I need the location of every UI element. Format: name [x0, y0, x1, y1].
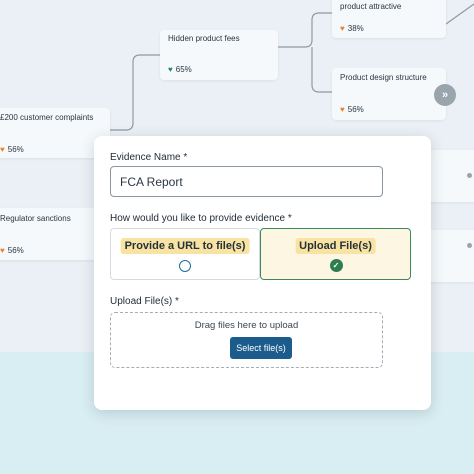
node-score: 56% [7, 246, 24, 255]
connector-dot [467, 173, 472, 178]
chevron-double-right-icon[interactable]: » [434, 84, 456, 106]
node-title: Regulator sanctions [0, 214, 71, 223]
evidence-name-input[interactable]: FCA Report [110, 166, 383, 197]
file-drop-zone[interactable]: Drag files here to upload Select file(s) [110, 312, 383, 368]
node-score: 65% [175, 65, 192, 74]
orange-heart-icon: ♥ [0, 144, 5, 154]
option-upload-files[interactable]: Upload File(s) ✓ [260, 228, 411, 280]
evidence-form-card: Evidence Name * FCA Report How would you… [94, 136, 431, 410]
option-provide-url[interactable]: Provide a URL to file(s) [110, 228, 260, 280]
node-title: £200 customer complaints [0, 113, 94, 122]
option-label: Upload File(s) [295, 238, 376, 254]
orange-heart-icon: ♥ [340, 23, 345, 33]
node-score: 56% [7, 145, 24, 154]
node-score: 38% [347, 24, 364, 33]
provide-evidence-question: How would you like to provide evidence * [110, 213, 292, 224]
mindmap-node-product-design-structure[interactable]: Product design structure ♥ 56% [332, 68, 446, 120]
node-title: Product design structure [340, 73, 427, 82]
check-circle-icon[interactable]: ✓ [329, 259, 343, 272]
node-title: Hidden product fees [168, 34, 240, 43]
radio-unselected-icon[interactable] [179, 260, 191, 272]
upload-files-label: Upload File(s) * [110, 296, 179, 307]
evidence-name-label: Evidence Name * [110, 152, 188, 163]
mindmap-node-hidden-product-fees[interactable]: Hidden product fees ♥ 65% [160, 30, 278, 80]
node-score: 56% [347, 105, 364, 114]
mindmap-node-product-attractive[interactable]: product attractive ♥ 38% [332, 0, 446, 38]
orange-heart-icon: ♥ [0, 245, 5, 255]
option-label: Provide a URL to file(s) [120, 238, 250, 254]
evidence-name-value: FCA Report [120, 174, 183, 189]
orange-heart-icon: ♥ [340, 104, 345, 114]
drop-hint: Drag files here to upload [194, 320, 299, 331]
mindmap-node-regulator-sanctions[interactable]: Regulator sanctions ♥ 56% [0, 208, 102, 260]
connector-dot [467, 243, 472, 248]
green-heart-icon: ♥ [168, 64, 173, 74]
node-title: product attractive [340, 2, 402, 11]
select-files-button[interactable]: Select file(s) [230, 337, 292, 359]
